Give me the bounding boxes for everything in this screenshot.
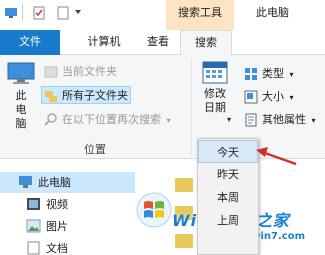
chevron-down-icon: ▾ xyxy=(166,116,171,125)
video-icon xyxy=(27,198,40,210)
modified-date-button[interactable]: 修改日期 ▾ xyxy=(195,59,235,124)
red-arrow-annotation xyxy=(256,147,297,166)
nav-label: 视频 xyxy=(46,198,68,211)
chevron-down-icon: ▾ xyxy=(289,70,294,79)
nav-item-this-pc[interactable]: 此电脑 xyxy=(0,172,135,193)
modified-date-label: 修改日期 xyxy=(204,87,226,114)
nav-label: 此电脑 xyxy=(38,176,71,189)
explorer-window: 搜索工具 此电脑 文件 计算机 查看 搜索 此电脑 当前文件夹 所有子文件夹 在… xyxy=(0,0,325,255)
size-icon xyxy=(244,90,258,104)
tab-view[interactable]: 查看 xyxy=(140,30,176,55)
chevron-down-icon[interactable] xyxy=(74,8,82,16)
this-pc-button[interactable]: 此电脑 xyxy=(4,61,38,131)
subfolder-icon xyxy=(45,91,57,102)
pc-icon[interactable] xyxy=(4,6,18,20)
type-label: 类型 xyxy=(262,67,284,80)
other-properties-label: 其他属性 xyxy=(262,113,306,126)
menu-item-today[interactable]: 今天 xyxy=(198,140,258,163)
size-button[interactable]: 大小 ▾ xyxy=(244,88,294,106)
nav-label: 图片 xyxy=(46,220,68,233)
current-folder-label: 当前文件夹 xyxy=(62,65,117,78)
windows-logo-icon xyxy=(136,192,172,228)
monitor-icon xyxy=(7,62,35,84)
menu-item-last-week[interactable]: 上周 xyxy=(198,209,258,232)
menu-item-yesterday[interactable]: 昨天 xyxy=(198,163,258,186)
monitor-icon xyxy=(19,176,32,188)
document-icon xyxy=(27,241,40,255)
nav-item-videos[interactable]: 视频 xyxy=(0,194,135,215)
type-icon xyxy=(245,68,257,80)
menu-item-this-week[interactable]: 本周 xyxy=(198,186,258,209)
type-button[interactable]: 类型 ▾ xyxy=(244,65,294,83)
title-bar: 搜索工具 此电脑 xyxy=(0,0,325,30)
search-icon xyxy=(44,113,57,126)
other-properties-button[interactable]: 其他属性 ▾ xyxy=(244,111,316,129)
all-subfolders-button[interactable]: 所有子文件夹 xyxy=(41,86,131,104)
search-tools-context-label: 搜索工具 xyxy=(166,0,234,30)
tab-file[interactable]: 文件 xyxy=(0,30,60,55)
tab-computer[interactable]: 计算机 xyxy=(78,30,130,55)
picture-icon xyxy=(26,219,41,233)
chevron-down-icon: ▾ xyxy=(311,116,316,125)
folder-icon[interactable] xyxy=(175,234,193,248)
chevron-down-icon: ▾ xyxy=(289,93,294,102)
size-label: 大小 xyxy=(262,90,284,103)
folder-icon[interactable] xyxy=(175,178,193,192)
properties-icon xyxy=(245,113,257,127)
nav-label: 文档 xyxy=(46,242,68,255)
calendar-icon xyxy=(202,61,228,84)
current-folder-button[interactable]: 当前文件夹 xyxy=(44,63,117,81)
divider xyxy=(191,59,192,155)
new-folder-icon[interactable] xyxy=(56,6,70,20)
tab-search[interactable]: 搜索 xyxy=(180,30,232,56)
chevron-down-icon: ▾ xyxy=(227,115,232,124)
window-title: 此电脑 xyxy=(256,6,289,19)
ribbon-tabs: 文件 计算机 查看 搜索 xyxy=(0,30,325,56)
properties-icon[interactable] xyxy=(32,6,46,20)
this-pc-label: 此电脑 xyxy=(15,89,27,130)
navigation-pane: 此电脑 视频 图片 文档 xyxy=(0,160,135,255)
nav-item-documents[interactable]: 文档 xyxy=(0,238,135,255)
folder-icon xyxy=(44,66,58,78)
search-again-button[interactable]: 在以下位置再次搜索 ▾ xyxy=(44,111,171,129)
location-group-label: 位置 xyxy=(84,143,106,156)
nav-item-pictures[interactable]: 图片 xyxy=(0,216,135,237)
search-again-label: 在以下位置再次搜索 xyxy=(62,113,161,126)
all-subfolders-label: 所有子文件夹 xyxy=(62,89,128,102)
separator xyxy=(22,4,23,20)
